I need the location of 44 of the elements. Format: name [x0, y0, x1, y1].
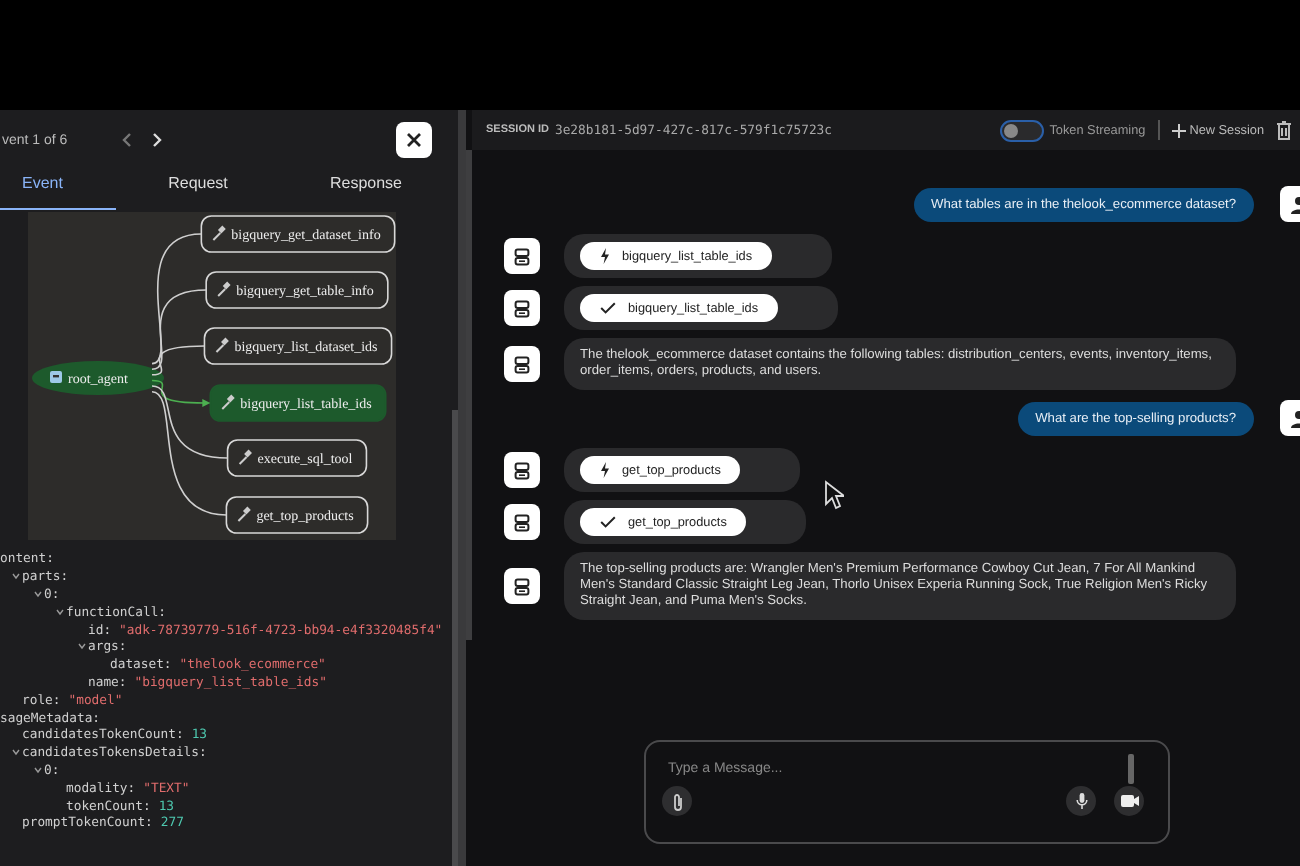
bot-avatar: [504, 290, 540, 326]
bolt-icon: [600, 462, 610, 478]
tab[interactable]: Response: [280, 170, 452, 210]
edge-arrow: [151, 379, 211, 407]
wrench-icon: [215, 337, 229, 353]
scrollbar-thumb: [1128, 754, 1134, 784]
close-button[interactable]: [396, 122, 432, 158]
robot-icon: [50, 371, 62, 383]
bot-avatar: [504, 346, 540, 382]
paperclip-icon: [671, 791, 683, 811]
chevron-down-icon[interactable]: [34, 765, 42, 774]
video-camera-icon: [1119, 794, 1139, 808]
wrench-icon: [217, 281, 231, 297]
chevron-left-icon[interactable]: [119, 132, 132, 148]
tab[interactable]: Request: [116, 170, 280, 210]
close-icon: [406, 132, 422, 148]
wrench-icon: [237, 506, 251, 522]
bot-avatar: [504, 238, 540, 274]
attach-button[interactable]: [662, 786, 692, 816]
chevron-down-icon[interactable]: [12, 572, 20, 581]
wrench-icon: [238, 449, 252, 465]
token-streaming-toggle[interactable]: [999, 119, 1044, 141]
bot-avatar: [504, 452, 540, 488]
mouse-pointer-icon: [824, 480, 844, 510]
wrench-icon: [212, 225, 226, 241]
wrench-icon: [221, 394, 235, 410]
bot-avatar: [504, 568, 540, 604]
plus-icon: [1171, 123, 1186, 137]
root-agent-node[interactable]: [32, 361, 164, 395]
scrollbar-thumb[interactable]: [466, 150, 472, 640]
bolt-icon: [600, 248, 610, 264]
tab[interactable]: Event: [0, 170, 116, 210]
microphone-button[interactable]: [1066, 786, 1096, 816]
chevron-down-icon[interactable]: [78, 642, 86, 651]
check-icon: [600, 302, 616, 314]
chevron-down-icon[interactable]: [34, 589, 42, 598]
chevron-down-icon[interactable]: [12, 748, 20, 757]
check-icon: [600, 516, 616, 528]
bot-avatar: [504, 504, 540, 540]
camera-button[interactable]: [1114, 786, 1144, 816]
microphone-icon: [1075, 792, 1087, 810]
trash-icon[interactable]: [1276, 120, 1292, 140]
chevron-right-icon[interactable]: [151, 132, 164, 148]
chevron-down-icon[interactable]: [56, 607, 64, 616]
